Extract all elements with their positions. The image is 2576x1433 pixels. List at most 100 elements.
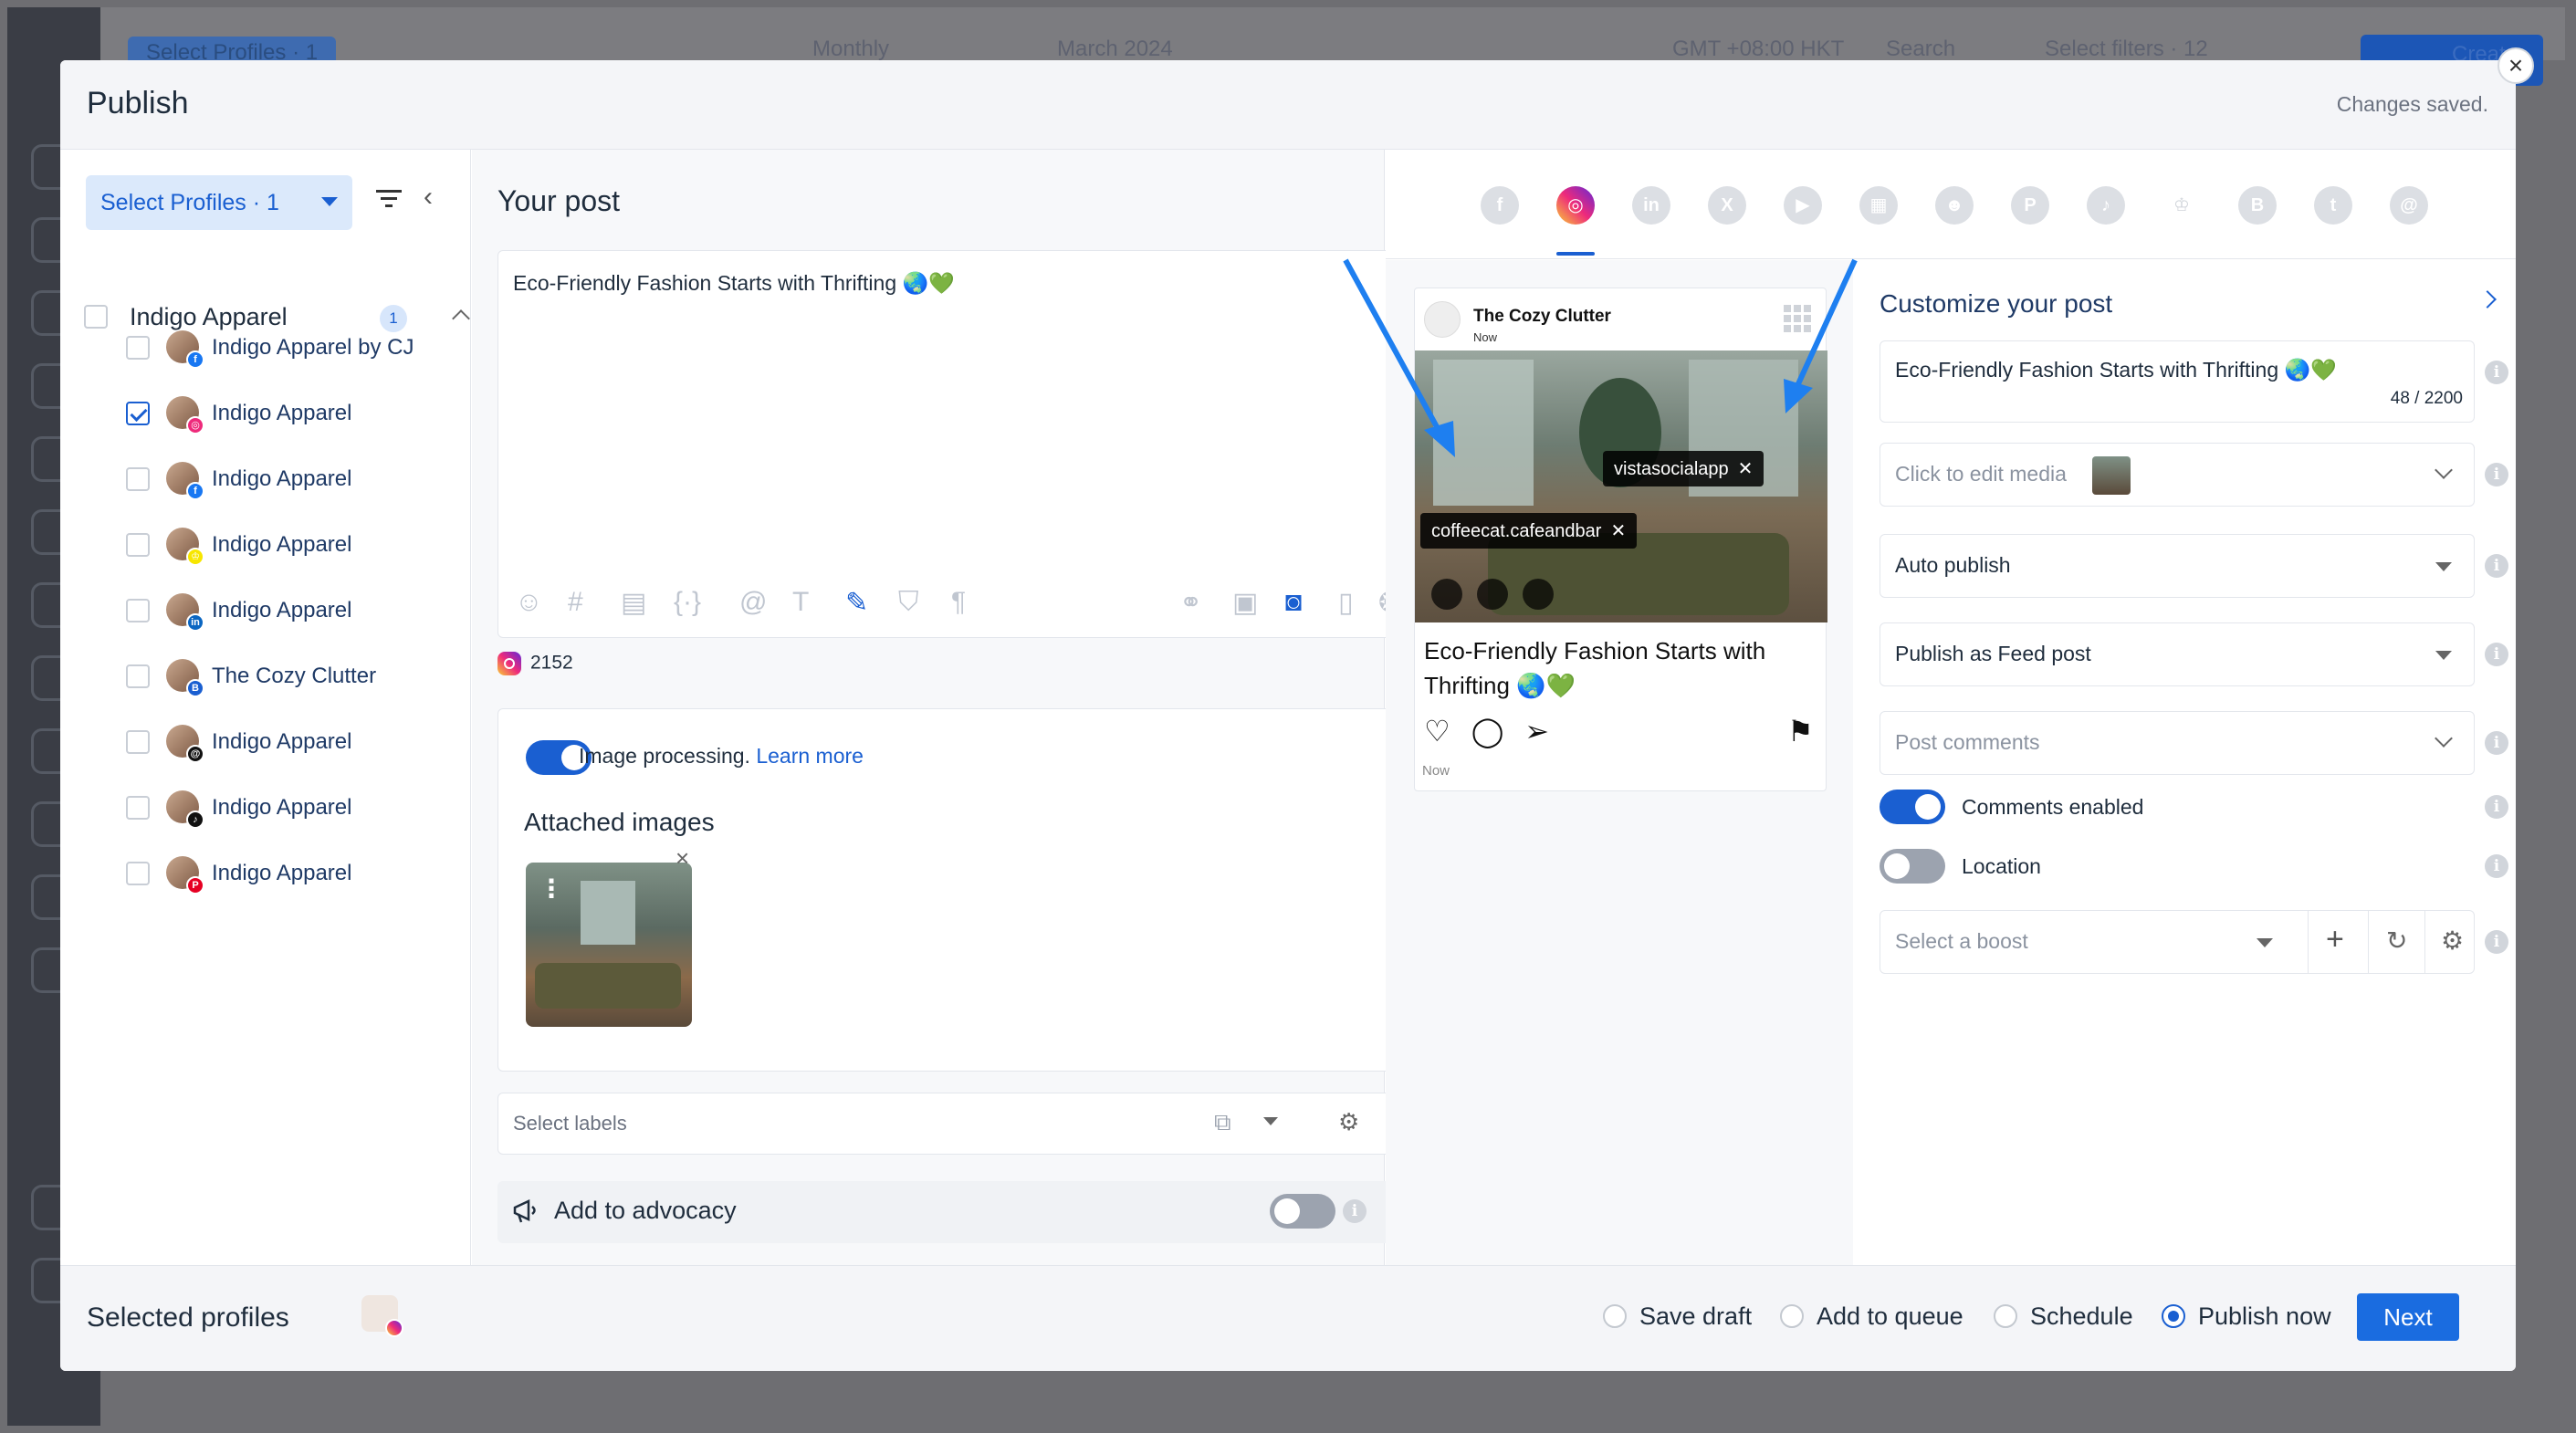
publish-as-select[interactable]: Publish as Feed post: [1880, 622, 2475, 686]
reddit-tab-icon[interactable]: ☻: [1935, 186, 1974, 225]
tag-people-icon[interactable]: [1431, 579, 1462, 610]
remove-tag-icon[interactable]: ✕: [1738, 459, 1754, 479]
info-icon[interactable]: i: [2485, 854, 2508, 878]
info-icon[interactable]: i: [2485, 463, 2508, 486]
info-icon[interactable]: i: [2485, 554, 2508, 578]
profile-item[interactable]: ♪ Indigo Apparel: [126, 790, 455, 829]
collaborator-icon[interactable]: [1523, 579, 1554, 610]
ai-assistant-icon[interactable]: ✎: [845, 587, 868, 619]
text-format-icon[interactable]: T: [792, 587, 809, 618]
saved-captions-icon[interactable]: ▤: [621, 587, 646, 619]
profile-checkbox[interactable]: [126, 402, 150, 425]
google-business-tab-icon[interactable]: ▦: [1859, 186, 1898, 225]
publish-now-radio[interactable]: [2162, 1304, 2185, 1328]
selected-profile-avatar[interactable]: [361, 1295, 403, 1337]
schedule-label[interactable]: Schedule: [2030, 1302, 2133, 1331]
profile-item[interactable]: in Indigo Apparel: [126, 593, 455, 632]
publish-mode-select[interactable]: Auto publish: [1880, 534, 2475, 598]
mention-icon[interactable]: @: [739, 587, 767, 618]
info-icon[interactable]: i: [2485, 731, 2508, 755]
shield-icon[interactable]: ⛉: [898, 587, 919, 618]
custom-text-field[interactable]: Eco-Friendly Fashion Starts with Thrifti…: [1880, 340, 2475, 423]
save-draft-label[interactable]: Save draft: [1639, 1302, 1752, 1331]
profile-checkbox[interactable]: [126, 533, 150, 557]
threads-tab-icon[interactable]: @: [2390, 186, 2428, 225]
profile-item[interactable]: @ Indigo Apparel: [126, 725, 455, 763]
profile-checkbox[interactable]: [126, 730, 150, 754]
profile-item[interactable]: P Indigo Apparel: [126, 856, 455, 894]
select-profiles-dropdown[interactable]: Select Profiles · 1: [86, 175, 352, 230]
info-icon[interactable]: i: [1343, 1199, 1367, 1223]
chevron-right-icon[interactable]: [2478, 290, 2497, 309]
profile-checkbox[interactable]: [126, 664, 150, 688]
profile-checkbox[interactable]: [126, 336, 150, 360]
gear-icon[interactable]: ⚙: [1338, 1108, 1359, 1136]
filter-icon[interactable]: [376, 188, 402, 208]
remove-tag-icon[interactable]: ✕: [1610, 521, 1626, 541]
profile-item[interactable]: B The Cozy Clutter: [126, 659, 455, 697]
document-icon[interactable]: ▯: [1338, 587, 1354, 619]
profile-checkbox[interactable]: [126, 862, 150, 885]
comments-enabled-toggle[interactable]: [1880, 790, 1945, 824]
tag-product-icon[interactable]: [1477, 579, 1508, 610]
tumblr-tab-icon[interactable]: t: [2314, 186, 2352, 225]
pinterest-tab-icon[interactable]: P: [2011, 186, 2049, 225]
post-text[interactable]: Eco-Friendly Fashion Starts with Thrifti…: [513, 271, 955, 296]
user-tag[interactable]: vistasocialapp ✕: [1603, 451, 1764, 486]
emoji-icon[interactable]: ☺: [515, 587, 543, 618]
link-icon[interactable]: ⚭: [1179, 587, 1202, 619]
info-icon[interactable]: i: [2485, 361, 2508, 384]
close-modal-button[interactable]: ×: [2497, 47, 2534, 84]
labels-select[interactable]: Select labels ⧉ ⚙: [497, 1093, 1392, 1155]
collapse-panel-icon[interactable]: ‹: [424, 183, 433, 211]
refresh-icon[interactable]: ↻: [2386, 926, 2407, 956]
next-button[interactable]: Next: [2357, 1293, 2459, 1341]
profile-checkbox[interactable]: [126, 467, 150, 491]
gear-icon[interactable]: ⚙: [2441, 926, 2464, 956]
remove-image-icon[interactable]: ×: [675, 844, 689, 873]
post-comments-field[interactable]: Post comments: [1880, 711, 2475, 775]
publish-now-label[interactable]: Publish now: [2198, 1302, 2331, 1331]
blog-tab-icon[interactable]: B: [2238, 186, 2277, 225]
info-icon[interactable]: i: [2485, 795, 2508, 819]
caret-down-icon[interactable]: [1263, 1117, 1278, 1125]
add-to-queue-label[interactable]: Add to queue: [1817, 1302, 1963, 1331]
profile-checkbox[interactable]: [126, 796, 150, 820]
boost-select[interactable]: Select a boost + ↻ ⚙: [1880, 910, 2475, 974]
tiktok-tab-icon[interactable]: ♪: [2087, 186, 2125, 225]
snapchat-tab-icon[interactable]: ♔: [2162, 186, 2201, 225]
camera-icon[interactable]: ◙: [1285, 587, 1302, 618]
edit-media-field[interactable]: Click to edit media: [1880, 443, 2475, 507]
video-icon[interactable]: ▣: [1232, 587, 1258, 619]
instagram-tab-icon[interactable]: ◎: [1556, 186, 1595, 225]
profile-item[interactable]: ♔ Indigo Apparel: [126, 528, 455, 566]
location-toggle[interactable]: [1880, 849, 1945, 884]
hashtag-icon[interactable]: #: [568, 587, 583, 618]
info-icon[interactable]: i: [2485, 930, 2508, 954]
copy-labels-icon[interactable]: ⧉: [1214, 1108, 1231, 1137]
profile-item[interactable]: f Indigo Apparel: [126, 462, 455, 500]
image-options-icon[interactable]: ⋮: [539, 873, 564, 904]
advocacy-toggle[interactable]: [1270, 1194, 1335, 1229]
post-text-editor[interactable]: Eco-Friendly Fashion Starts with Thrifti…: [497, 250, 1401, 638]
profile-item[interactable]: f Indigo Apparel by CJ: [126, 330, 455, 369]
youtube-tab-icon[interactable]: ▶: [1784, 186, 1822, 225]
paragraph-icon[interactable]: ¶: [951, 587, 966, 618]
custom-text-value[interactable]: Eco-Friendly Fashion Starts with Thrifti…: [1895, 358, 2337, 382]
add-boost-icon[interactable]: +: [2326, 922, 2344, 957]
save-draft-radio[interactable]: [1603, 1304, 1627, 1328]
chevron-up-icon[interactable]: [452, 309, 470, 328]
profile-item[interactable]: ◎ Indigo Apparel: [126, 396, 455, 434]
user-tag[interactable]: coffeecat.cafeandbar ✕: [1420, 513, 1638, 549]
publish-mode-value: Auto publish: [1895, 553, 2011, 577]
group-checkbox[interactable]: [84, 305, 108, 329]
add-to-queue-radio[interactable]: [1780, 1304, 1804, 1328]
facebook-tab-icon[interactable]: f: [1481, 186, 1519, 225]
x-tab-icon[interactable]: X: [1708, 186, 1746, 225]
learn-more-link[interactable]: Learn more: [756, 744, 864, 768]
linkedin-tab-icon[interactable]: in: [1632, 186, 1670, 225]
schedule-radio[interactable]: [1994, 1304, 2017, 1328]
info-icon[interactable]: i: [2485, 643, 2508, 666]
profile-checkbox[interactable]: [126, 599, 150, 622]
variables-icon[interactable]: {·}: [674, 587, 701, 618]
